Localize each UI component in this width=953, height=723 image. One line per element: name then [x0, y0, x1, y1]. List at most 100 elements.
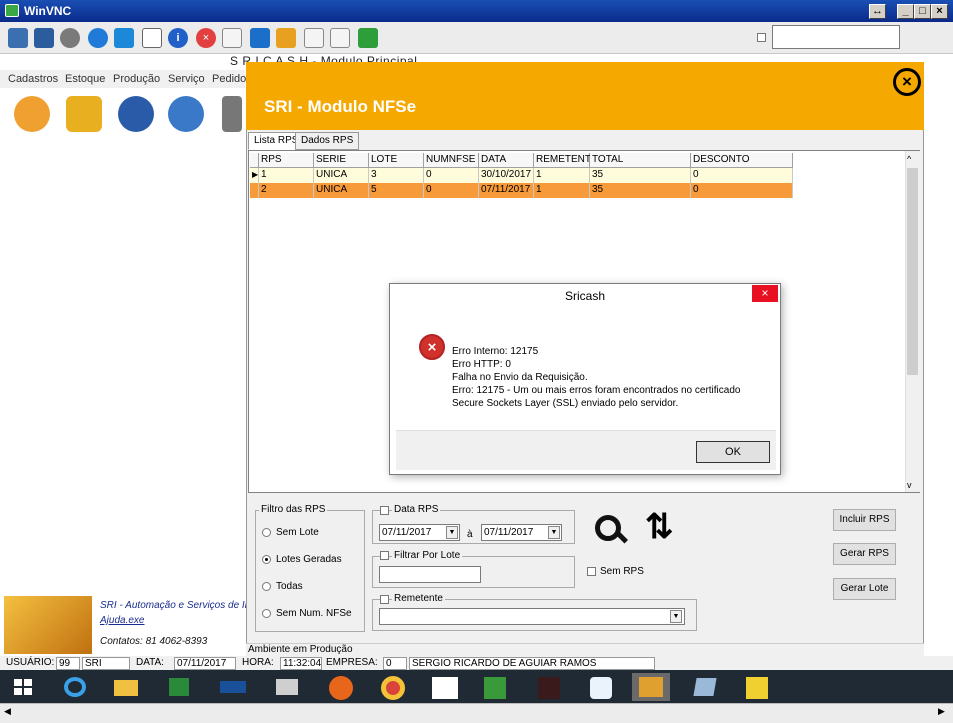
minimize-button[interactable]: _: [897, 4, 914, 19]
firefox-icon[interactable]: [322, 673, 360, 701]
windows-key-icon[interactable]: [114, 28, 134, 48]
filtrar-lote-checkbox[interactable]: [380, 551, 389, 560]
column-header[interactable]: REMETENTE: [534, 153, 598, 168]
clients-icon[interactable]: [14, 96, 50, 132]
radio-lotes-geradas[interactable]: [262, 555, 271, 564]
column-header[interactable]: RPS: [259, 153, 314, 168]
table-cell[interactable]: 35: [590, 183, 691, 198]
table-cell[interactable]: 0: [424, 183, 479, 198]
table-cell[interactable]: 0: [424, 168, 479, 183]
vc-icon[interactable]: [426, 673, 464, 701]
tab-dados-rps[interactable]: Dados RPS: [295, 132, 360, 150]
monitor-icon[interactable]: [250, 28, 270, 48]
radio-todas[interactable]: [262, 582, 271, 591]
column-header[interactable]: LOTE: [369, 153, 424, 168]
table-cell[interactable]: 0: [691, 183, 793, 198]
empresa-label: EMPRESA:: [326, 657, 378, 668]
sricash-icon[interactable]: [632, 673, 670, 701]
table-cell[interactable]: 5: [369, 183, 424, 198]
menu-pedido[interactable]: Pedido: [212, 73, 246, 85]
grid-scroll-thumb[interactable]: [907, 168, 918, 375]
fullscreen-icon[interactable]: [34, 28, 54, 48]
table-cell[interactable]: 1: [534, 168, 590, 183]
menu-cadastros[interactable]: Cadastros: [8, 73, 58, 85]
help-link[interactable]: Ajuda.exe: [100, 615, 144, 626]
chevron-down-icon[interactable]: ▼: [670, 610, 682, 623]
maximize-button[interactable]: □: [914, 4, 931, 19]
table-cell[interactable]: 1: [259, 168, 314, 183]
radio-sem-lote[interactable]: [262, 528, 271, 537]
menu-estoque[interactable]: Estoque: [65, 73, 105, 85]
nfe-icon[interactable]: [118, 96, 154, 132]
column-header[interactable]: DESCONTO: [691, 153, 793, 168]
data-rps-checkbox[interactable]: [380, 506, 389, 515]
delivery-truck-icon[interactable]: [66, 96, 102, 132]
gerar-rps-button[interactable]: Gerar RPS: [833, 543, 896, 565]
scroll-left-icon[interactable]: ◀: [4, 706, 11, 717]
start-icon[interactable]: [4, 673, 42, 701]
table-cell[interactable]: 1: [534, 183, 590, 198]
sync-icon[interactable]: ⇅: [645, 510, 674, 544]
close-button[interactable]: ×: [931, 4, 948, 19]
dialog-close-icon[interactable]: ×: [752, 285, 778, 302]
data-label: DATA:: [136, 657, 164, 668]
column-header[interactable]: TOTAL: [590, 153, 691, 168]
table-cell[interactable]: 0: [691, 168, 793, 183]
column-header[interactable]: DATA: [479, 153, 534, 168]
calculator-icon[interactable]: [476, 673, 514, 701]
incluir-rps-button[interactable]: Incluir RPS: [833, 509, 896, 531]
toolbar-checkbox[interactable]: [757, 33, 766, 42]
table-cell[interactable]: 30/10/2017: [479, 168, 534, 183]
toolbar-input[interactable]: [772, 25, 900, 49]
app7-icon[interactable]: [738, 673, 776, 701]
teamviewer-icon[interactable]: [582, 673, 620, 701]
table-cell[interactable]: 07/11/2017: [479, 183, 534, 198]
column-header[interactable]: SERIE: [314, 153, 369, 168]
remetente-select[interactable]: [379, 608, 685, 625]
fullscreen-button[interactable]: ↔: [869, 4, 886, 19]
lenovo-icon[interactable]: [214, 673, 252, 701]
close-icon[interactable]: ×: [893, 68, 921, 96]
folder-icon[interactable]: [276, 28, 296, 48]
ie-icon[interactable]: [56, 673, 94, 701]
remetente-checkbox[interactable]: [380, 595, 389, 604]
app-icon[interactable]: [686, 673, 724, 701]
chevron-down-icon[interactable]: ▼: [446, 526, 458, 539]
file-explorer-icon[interactable]: [106, 673, 144, 701]
ok-button[interactable]: OK: [696, 441, 770, 463]
horizontal-scrollbar[interactable]: [0, 703, 953, 720]
chevron-down-icon[interactable]: ▼: [548, 526, 560, 539]
cart-icon[interactable]: [222, 96, 242, 132]
screen-icon[interactable]: [304, 28, 324, 48]
sem-rps-checkbox[interactable]: [587, 567, 596, 576]
radio-sem-num-nfse[interactable]: [262, 609, 271, 618]
menu-servico[interactable]: Serviço: [168, 73, 205, 85]
disconnect-icon[interactable]: ×: [196, 28, 216, 48]
table-cell[interactable]: UNICA: [314, 183, 369, 198]
table-cell[interactable]: 2: [259, 183, 314, 198]
chat-icon[interactable]: [358, 28, 378, 48]
nfse-icon[interactable]: [168, 96, 204, 132]
table-cell[interactable]: 35: [590, 168, 691, 183]
scale-icon[interactable]: [330, 28, 350, 48]
app4-icon[interactable]: [530, 673, 568, 701]
table-cell[interactable]: UNICA: [314, 168, 369, 183]
chrome-icon[interactable]: [374, 673, 412, 701]
info-icon[interactable]: i: [168, 28, 188, 48]
column-header[interactable]: NUMNFSE: [424, 153, 479, 168]
refresh-icon[interactable]: [88, 28, 108, 48]
table-cell[interactable]: 3: [369, 168, 424, 183]
scroll-up-icon[interactable]: ^: [907, 154, 911, 164]
store-icon[interactable]: [160, 673, 198, 701]
gear-icon[interactable]: [60, 28, 80, 48]
scroll-down-icon[interactable]: v: [907, 480, 912, 490]
gerar-lote-button[interactable]: Gerar Lote: [833, 578, 896, 600]
row-indicator-header: [250, 153, 259, 168]
lote-input[interactable]: [379, 566, 481, 583]
printer-icon[interactable]: [268, 673, 306, 701]
connection-icon[interactable]: [8, 28, 28, 48]
keyboard-icon[interactable]: [142, 28, 162, 48]
file-transfer-icon[interactable]: [222, 28, 242, 48]
menu-producao[interactable]: Produção: [113, 73, 160, 85]
scroll-right-icon[interactable]: ▶: [938, 706, 945, 717]
